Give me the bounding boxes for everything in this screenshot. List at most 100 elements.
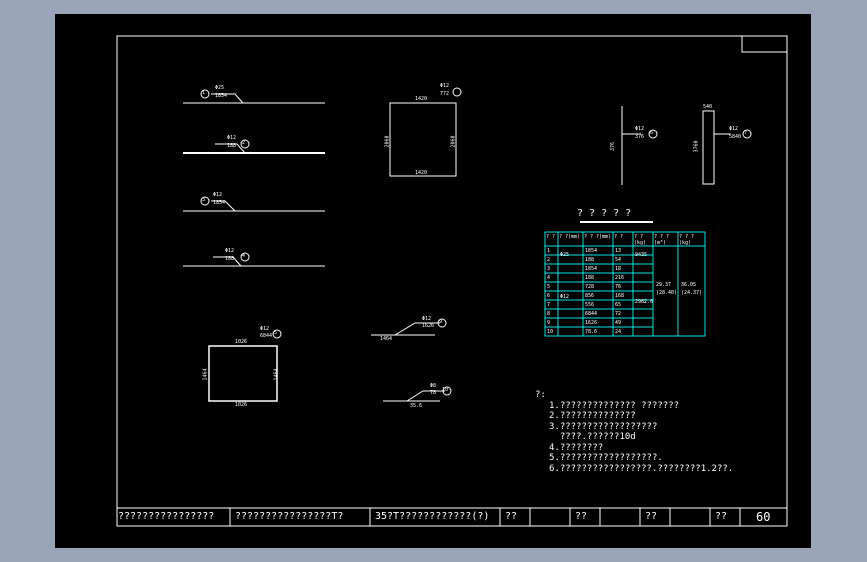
- table-cell: 216: [615, 275, 625, 281]
- table-cell: 188: [585, 275, 595, 281]
- table-merged-cell: 29.37: [656, 282, 672, 288]
- table-header-cell: ? ? ?(kg): [679, 234, 695, 246]
- table-cell: 78.6: [585, 329, 598, 335]
- table-cell: 1: [547, 248, 551, 254]
- table-cell: 7: [547, 302, 551, 308]
- sq-right-dim: 2060: [450, 135, 457, 148]
- barS-dia: Φ12: [440, 83, 450, 89]
- bar5-len: 6844: [260, 333, 273, 339]
- bar2-len: 188: [227, 143, 237, 149]
- bar4-len: 188: [225, 256, 235, 262]
- drawing-canvas[interactable]: Φ25 1854 1 Φ12 188 2 Φ12 1854 3 Φ12 188 …: [55, 14, 811, 548]
- sq-bottom-dim: 1420: [415, 170, 428, 176]
- table-cell: Φ12: [560, 294, 570, 300]
- bar2-num: 2: [242, 140, 246, 146]
- bar7-len: 5840: [729, 134, 742, 140]
- table-cell: 1626: [585, 320, 598, 326]
- bar7-top-dim: 540: [703, 104, 713, 110]
- table-cell: 18: [615, 266, 622, 272]
- table-cell: 13: [615, 248, 622, 254]
- table-cell: 9: [547, 320, 551, 326]
- table-cell: 8: [547, 311, 551, 317]
- table-cell: 1854: [585, 266, 598, 272]
- table-cell: 54: [615, 257, 622, 263]
- table-cell: 3: [547, 266, 551, 272]
- bar6-dia: Φ12: [635, 126, 645, 132]
- note-line: 4.????????: [549, 442, 604, 453]
- bar1-len: 1854: [215, 93, 228, 99]
- table-cell: 24: [615, 329, 622, 335]
- note-line: 3.??????????????????: [549, 421, 658, 432]
- table-merged-cell: (28.40): [656, 290, 678, 296]
- note-line: 2.??????????????: [549, 411, 636, 421]
- table-cell: 10: [547, 329, 554, 335]
- bar10-dia: Φ8: [430, 383, 437, 389]
- bar6-num: 6: [650, 130, 654, 136]
- bar9-dia: Φ12: [422, 316, 432, 322]
- tb-cell-6: ??: [645, 511, 658, 522]
- table-cell: 5: [547, 284, 551, 290]
- table-cell: 76: [615, 284, 622, 290]
- bar5-dia: Φ12: [260, 326, 270, 332]
- bar7-dim: 3760: [693, 140, 700, 153]
- table-cell: 4: [547, 275, 551, 281]
- bar1-num: 1: [202, 90, 206, 96]
- tb-cell-3: 35?T????????????(?): [375, 511, 490, 522]
- tb-cell-1: ????????????????: [118, 511, 215, 522]
- tb-cell-7: ??: [715, 511, 728, 522]
- sq-left-dim: 2060: [384, 135, 391, 148]
- table-header-cell: ? ?(kg): [634, 234, 647, 246]
- table-cell: 72: [615, 311, 622, 317]
- note-line: 1.?????????????? ???????: [549, 400, 680, 411]
- notes-block: ?: 1.?????????????? ??????? 2.???????????…: [535, 390, 733, 474]
- bar3-num: 3: [202, 197, 206, 203]
- page-number: 60: [756, 510, 771, 524]
- notes-lines: 1.?????????????? ??????? 2.??????????????…: [535, 401, 733, 475]
- rect-bottom-dim: 1026: [235, 402, 248, 408]
- table-cell: 188: [585, 257, 595, 263]
- bar1-dia: Φ25: [215, 85, 225, 91]
- table-cell: 728: [585, 284, 595, 290]
- bar5-num: 5: [274, 330, 278, 336]
- bar4-dia: Φ12: [225, 248, 235, 254]
- table-cell: Φ25: [560, 252, 570, 258]
- table-cell: 1854: [585, 248, 598, 254]
- table-header-cell: ? ? ?(mm): [584, 234, 612, 240]
- tb-cell-4: ??: [505, 511, 518, 522]
- table-cell: 2982.0: [635, 299, 654, 305]
- table-header-cell: ? ?(mm): [559, 234, 581, 240]
- bar3-len: 1854: [213, 200, 226, 206]
- bar4-num: 4: [242, 253, 246, 259]
- table-cell: 49: [615, 320, 622, 326]
- bar10-len: 78: [430, 390, 437, 396]
- table-cell: 6: [547, 293, 551, 299]
- bar3-dia: Φ12: [213, 192, 223, 198]
- bar10-num: 10: [442, 387, 449, 393]
- bar10-dim: 35.6: [410, 403, 423, 409]
- rect-left-dim: 1464: [202, 368, 209, 381]
- sq-top-dim: 1420: [415, 96, 428, 102]
- rect-top-dim: 1026: [235, 339, 248, 345]
- table-merged-cell: (24.37): [681, 290, 703, 296]
- table-cell: 6844: [585, 311, 598, 317]
- table-merged-cell: 36.05: [681, 282, 697, 288]
- table-cell: 856: [585, 293, 595, 299]
- bar9-dim: 1464: [380, 336, 393, 342]
- bar-marker-s: [452, 87, 462, 97]
- bar6-len: 376: [635, 134, 645, 140]
- table-cell: 2: [547, 257, 551, 263]
- table-title: ? ? ? ? ?: [577, 208, 632, 219]
- note-line: 6.?????????????????.????????1.2??.: [549, 463, 734, 474]
- table-header-cell: ? ?: [614, 234, 624, 240]
- bar2-dia: Φ12: [227, 135, 237, 141]
- bar6-dim: 376: [610, 141, 617, 152]
- bar7-dia: Φ12: [729, 126, 739, 132]
- corner-box: [741, 35, 788, 53]
- table-header-cell: ? ?: [546, 234, 556, 240]
- bar7-num: 7: [744, 130, 748, 136]
- rect-right-dim: 1464: [273, 368, 280, 381]
- tb-cell-2: ????????????????T?: [235, 511, 344, 522]
- barS-len: 772: [440, 91, 450, 97]
- note-line: 5.??????????????????.: [549, 453, 663, 463]
- table-cell: 556: [585, 302, 595, 308]
